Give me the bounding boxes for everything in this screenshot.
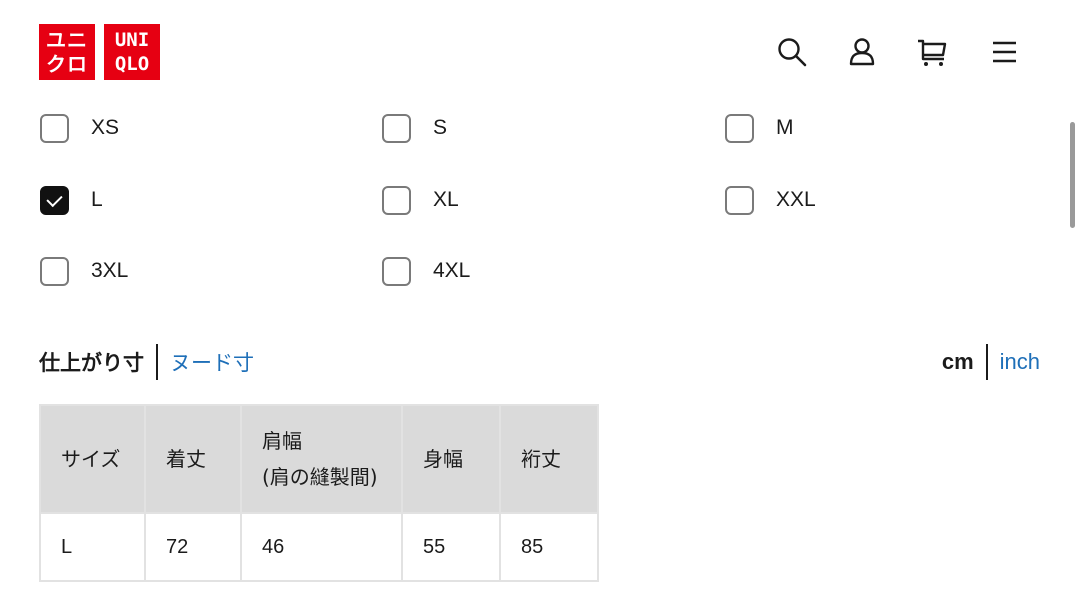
size-label: M <box>776 116 794 139</box>
unit-inch[interactable]: inch <box>1000 349 1040 375</box>
header-sleeve: 裄丈 <box>499 404 599 514</box>
logo-jp-line2: クロ <box>46 52 88 76</box>
checkbox[interactable] <box>725 185 754 215</box>
logo-latin-block: UNI QLO <box>104 24 160 80</box>
size-option-xl[interactable]: XL <box>382 183 459 217</box>
size-option-4xl[interactable]: 4XL <box>382 254 470 288</box>
size-label: XXL <box>776 188 816 211</box>
checkbox[interactable] <box>382 113 411 143</box>
checkbox[interactable] <box>382 185 411 215</box>
size-label: S <box>433 116 448 139</box>
logo-en-line2: QLO <box>114 53 150 75</box>
unit-cm[interactable]: cm <box>942 349 974 375</box>
checkbox[interactable] <box>382 256 411 286</box>
header-shoulder: 肩幅 (肩の縫製間) <box>240 404 403 514</box>
size-option-s[interactable]: S <box>382 111 447 145</box>
cart-icon[interactable] <box>914 34 950 70</box>
size-option-xxl[interactable]: XXL <box>725 183 816 217</box>
unit-toggle: cm inch <box>942 342 1040 382</box>
size-option-3xl[interactable]: 3XL <box>40 254 128 288</box>
size-label: L <box>91 188 103 211</box>
logo-jp-line1: ユニ <box>46 28 88 52</box>
cell-sleeve: 85 <box>499 512 599 582</box>
header-shoulder-line1: 肩幅 <box>262 429 302 453</box>
size-label: XL <box>433 188 459 211</box>
size-label: 4XL <box>433 259 471 282</box>
scrollbar[interactable] <box>1070 122 1075 228</box>
search-icon[interactable] <box>774 34 810 70</box>
header-shoulder-line2: (肩の縫製間) <box>262 465 378 489</box>
tab-body-size[interactable]: ヌード寸 <box>170 347 254 377</box>
product-size-page: ユニ クロ UNI QLO XS S M L XL XXL 3XL 4XL 仕上… <box>0 0 1080 608</box>
tab-divider <box>156 344 158 380</box>
account-icon[interactable] <box>844 34 880 70</box>
unit-divider <box>985 344 988 380</box>
logo-en-line1: UNI <box>114 29 150 51</box>
size-option-l[interactable]: L <box>40 183 103 217</box>
size-label: 3XL <box>91 259 129 282</box>
menu-icon[interactable] <box>986 34 1022 70</box>
cell-chest: 55 <box>401 512 501 582</box>
checkbox[interactable] <box>40 113 69 143</box>
size-option-m[interactable]: M <box>725 111 794 145</box>
tab-finished-size[interactable]: 仕上がり寸 <box>39 347 144 377</box>
table-header-row: サイズ 着丈 肩幅 (肩の縫製間) 身幅 裄丈 <box>39 404 599 514</box>
header-chest: 身幅 <box>401 404 501 514</box>
size-chart-table: サイズ 着丈 肩幅 (肩の縫製間) 身幅 裄丈 L 72 46 55 85 <box>39 404 599 582</box>
header-length: 着丈 <box>144 404 242 514</box>
header-size: サイズ <box>39 404 146 514</box>
size-option-xs[interactable]: XS <box>40 111 119 145</box>
table-row: L 72 46 55 85 <box>39 512 599 582</box>
cell-length: 72 <box>144 512 242 582</box>
uniqlo-logo[interactable]: ユニ クロ UNI QLO <box>39 24 161 80</box>
checkbox[interactable] <box>40 256 69 286</box>
size-label: XS <box>91 116 120 139</box>
checkbox[interactable] <box>725 113 754 143</box>
measurement-tabs: 仕上がり寸 ヌード寸 <box>39 342 254 382</box>
checkbox-checked[interactable] <box>40 185 69 215</box>
cell-shoulder: 46 <box>240 512 403 582</box>
cell-size: L <box>39 512 146 582</box>
logo-katakana-block: ユニ クロ <box>39 24 95 80</box>
